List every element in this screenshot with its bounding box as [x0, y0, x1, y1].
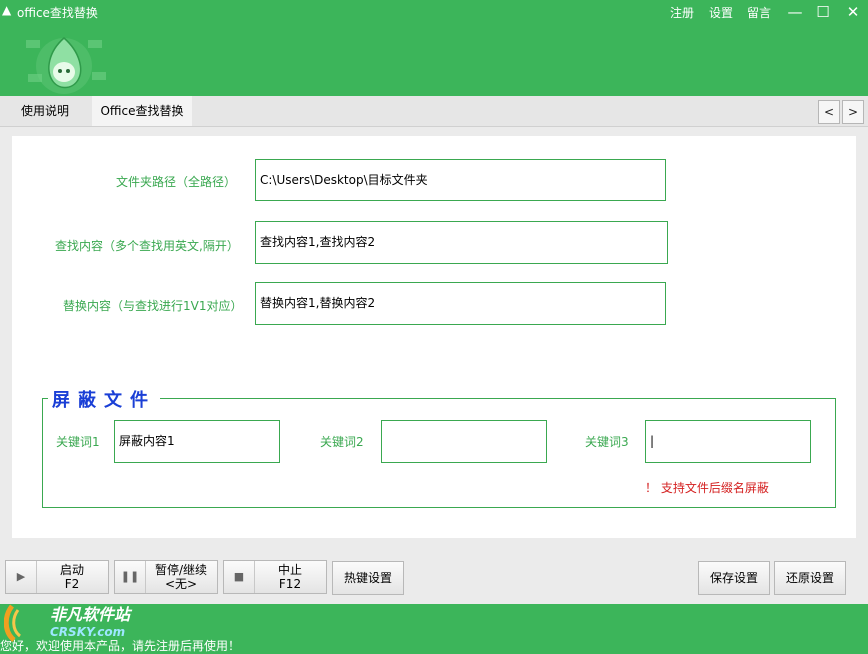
save-settings-button[interactable]: 保存设置 [698, 561, 770, 595]
keyword2-input[interactable] [381, 420, 547, 463]
register-link[interactable]: 注册 [670, 4, 694, 21]
tab-next-button[interactable]: > [842, 100, 864, 124]
pause-hotkey: <无> [164, 577, 198, 591]
replace-content-input[interactable]: 替换内容1,替换内容2 [255, 282, 666, 325]
find-content-label: 查找内容（多个查找用英文,隔开） [55, 239, 239, 253]
stop-button[interactable]: ■ 中止 F12 [223, 560, 327, 594]
replace-content-label: 替换内容（与查找进行1V1对应） [63, 299, 243, 313]
keyword2-label: 关键词2 [320, 435, 364, 449]
tab-help[interactable]: 使用说明 [0, 96, 90, 126]
start-label: 启动 [59, 563, 84, 577]
hotkey-settings-button[interactable]: 热键设置 [332, 561, 404, 595]
pause-resume-button[interactable]: ❚❚ 暂停/继续 <无> [114, 560, 218, 594]
keyword1-label: 关键词1 [56, 435, 100, 449]
close-button[interactable]: ✕ [842, 2, 864, 22]
mascot-logo-icon [26, 37, 106, 94]
folder-path-input[interactable]: C:\Users\Desktop\目标文件夹 [255, 159, 666, 201]
find-content-input[interactable]: 查找内容1,查找内容2 [255, 221, 668, 264]
status-message: 您好，欢迎使用本产品，请先注册后再使用！ [0, 639, 241, 653]
window-title: office查找替换 [17, 6, 98, 20]
folder-path-label: 文件夹路径（全路径） [116, 175, 237, 189]
start-hotkey: F2 [64, 577, 80, 591]
stop-hotkey: F12 [278, 577, 302, 591]
start-button[interactable]: ▶ 启动 F2 [5, 560, 109, 594]
tab-prev-button[interactable]: < [818, 100, 840, 124]
keyword3-input[interactable]: | [645, 420, 811, 463]
play-icon: ▶ [6, 561, 37, 593]
keyword3-label: 关键词3 [585, 435, 629, 449]
suffix-shield-hint: ！ 支持文件后缀名屏蔽 [645, 481, 769, 495]
shield-files-title: 屏蔽文件 [48, 386, 160, 412]
title-bar [0, 0, 868, 96]
message-link[interactable]: 留言 [747, 4, 771, 21]
pause-icon: ❚❚ [115, 561, 146, 593]
settings-link[interactable]: 设置 [709, 4, 733, 21]
stop-label: 中止 [277, 563, 302, 577]
logo-cn-text: 非凡软件站 [50, 605, 133, 624]
restore-settings-button[interactable]: 还原设置 [774, 561, 846, 595]
tab-office-find-replace[interactable]: Office查找替换 [92, 96, 192, 126]
app-icon: ▲ [2, 3, 12, 17]
pause-label: 暂停/继续 [154, 563, 208, 577]
stop-icon: ■ [224, 561, 255, 593]
keyword1-input[interactable]: 屏蔽内容1 [114, 420, 280, 463]
minimize-button[interactable]: — [784, 2, 806, 22]
maximize-button[interactable]: ☐ [812, 2, 834, 22]
